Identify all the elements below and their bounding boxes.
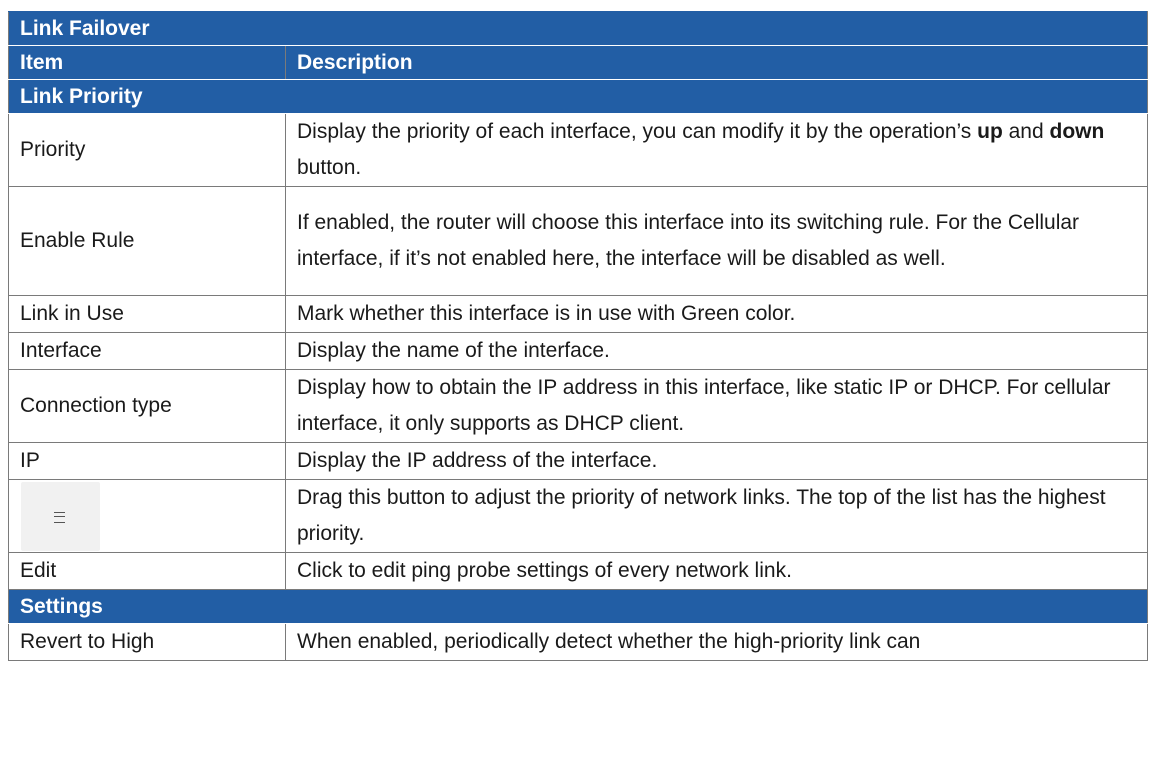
table-title: Link Failover: [7, 11, 1149, 46]
section-row-settings: Settings: [7, 589, 1149, 624]
link-failover-table: Link Failover Item Description Link Prio…: [7, 11, 1149, 661]
description-cell: Mark whether this interface is in use wi…: [284, 295, 1149, 333]
item-cell: Interface: [8, 332, 286, 370]
section-title-link-priority: Link Priority: [7, 79, 1149, 114]
description-cell: Display the priority of each interface, …: [284, 113, 1149, 187]
description-cell: Display how to obtain the IP address in …: [284, 369, 1149, 443]
description-text: button.: [297, 156, 362, 179]
item-cell: Revert to High: [8, 623, 286, 661]
column-header-row: Item Description: [8, 45, 1149, 80]
item-cell: Link in Use: [8, 295, 286, 333]
item-cell: Priority: [8, 113, 286, 187]
description-cell: If enabled, the router will choose this …: [284, 186, 1149, 296]
item-column-header: Item: [8, 45, 286, 80]
item-cell: Edit: [8, 552, 286, 590]
section-row-link-priority: Link Priority: [7, 79, 1149, 114]
item-cell: Enable Rule: [8, 186, 286, 296]
description-text: Display the priority of each interface, …: [297, 120, 978, 143]
item-cell: IP: [8, 442, 286, 480]
drag-handle-icon: [21, 481, 100, 551]
table-row-connection-type: Connection type Display how to obtain th…: [8, 369, 1149, 443]
description-cell: When enabled, periodically detect whethe…: [284, 623, 1149, 661]
description-cell: Display the IP address of the interface.: [284, 442, 1149, 480]
up-keyword: up: [977, 120, 1003, 143]
item-cell: [8, 479, 286, 553]
table-row-ip: IP Display the IP address of the interfa…: [8, 442, 1149, 480]
table-row-interface: Interface Display the name of the interf…: [8, 332, 1149, 370]
table-row-drag: Drag this button to adjust the priority …: [8, 479, 1149, 553]
description-text: and: [1002, 120, 1050, 143]
description-cell: Drag this button to adjust the priority …: [284, 479, 1149, 553]
description-cell: Display the name of the interface.: [284, 332, 1149, 370]
table-row-revert: Revert to High When enabled, periodicall…: [8, 623, 1149, 661]
table-row-edit: Edit Click to edit ping probe settings o…: [8, 552, 1149, 590]
description-cell: Click to edit ping probe settings of eve…: [284, 552, 1149, 590]
table-title-row: Link Failover: [7, 11, 1149, 46]
table-row-link-in-use: Link in Use Mark whether this interface …: [8, 295, 1149, 333]
table-row-priority: Priority Display the priority of each in…: [8, 113, 1149, 187]
table-row-enable-rule: Enable Rule If enabled, the router will …: [8, 186, 1149, 296]
item-cell: Connection type: [8, 369, 286, 443]
section-title-settings: Settings: [7, 589, 1149, 624]
down-keyword: down: [1049, 120, 1105, 143]
description-column-header: Description: [284, 45, 1149, 80]
